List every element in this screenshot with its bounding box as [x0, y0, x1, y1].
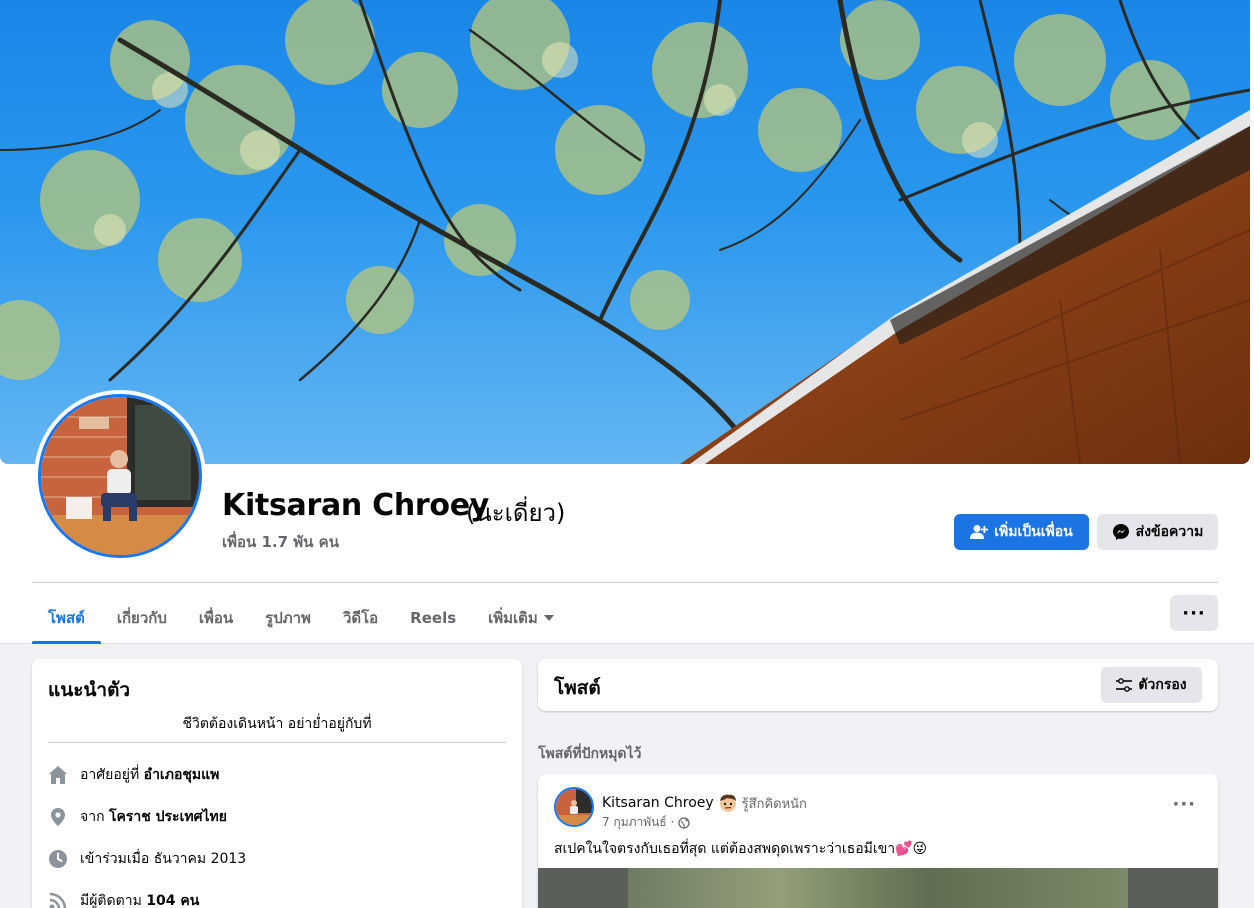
tab-reels[interactable]: Reels	[394, 592, 472, 644]
post-author-name[interactable]: Kitsaran Chroey	[602, 795, 714, 811]
add-friend-icon	[970, 525, 989, 539]
lives-value[interactable]: อำเภอชุมแพ	[144, 767, 220, 783]
filter-button[interactable]: ตัวกรอง	[1101, 667, 1202, 703]
posts-header-card: โพสต์ ตัวกรอง	[538, 659, 1218, 711]
tab-posts[interactable]: โพสต์	[32, 592, 101, 644]
dropdown-caret-icon	[543, 615, 554, 621]
post-author-avatar[interactable]	[554, 787, 594, 827]
lives-prefix: อาศัยอยู่ที่	[80, 767, 140, 783]
profile-name: Kitsaran Chroey	[222, 488, 489, 523]
thinking-emoji-icon	[719, 794, 736, 812]
followers-prefix: มีผู้ติดตาม	[80, 893, 142, 908]
add-friend-button[interactable]: เพิ่มเป็นเพื่อน	[954, 514, 1089, 550]
post-image-content	[628, 868, 1128, 908]
pinned-posts-label: โพสต์ที่ปักหมุดไว้	[538, 746, 642, 762]
header-divider	[32, 582, 1218, 583]
post-image[interactable]	[538, 868, 1218, 908]
friends-count-link[interactable]: เพื่อน 1.7 พัน คน	[222, 530, 339, 554]
rss-icon	[48, 891, 68, 908]
post-text: สเปคในใจตรงกับเธอที่สุด แต่ต้องสพดุดเพรา…	[554, 841, 928, 857]
from-value[interactable]: โคราช ประเทศไทย	[109, 809, 227, 825]
tab-about-label: เกี่ยวกับ	[116, 609, 167, 627]
intro-title: แนะนำตัว	[48, 679, 131, 701]
tab-reels-label: Reels	[410, 609, 457, 627]
intro-bio: ชีวิตต้องเดินหน้า อย่าย่ำอยู่กับที่	[182, 716, 372, 732]
info-from: จาก โคราช ประเทศไทย	[48, 804, 227, 830]
send-message-label: ส่งข้อความ	[1135, 524, 1204, 540]
post-meta: 7 กุมภาพันธ์ ·	[602, 813, 690, 832]
filter-icon	[1116, 678, 1133, 692]
info-joined: เข้าร่วมเมื่อ ธันวาคม 2013	[48, 846, 246, 872]
send-message-button[interactable]: ส่งข้อความ	[1097, 514, 1218, 550]
globe-icon	[678, 816, 690, 829]
add-friend-label: เพิ่มเป็นเพื่อน	[994, 524, 1073, 540]
profile-tabs: โพสต์ เกี่ยวกับ เพื่อน รูปภาพ วิดีโอ Ree…	[32, 592, 570, 644]
from-prefix: จาก	[80, 809, 105, 825]
cover-photo-image	[0, 0, 1250, 464]
posts-title: โพสต์	[554, 677, 601, 699]
pinned-post: Kitsaran Chroey รู้สึกคิดหนัก 7 กุมภาพัน…	[538, 774, 1218, 908]
tab-friends-label: เพื่อน	[198, 609, 234, 627]
tab-videos-label: วิดีโอ	[342, 609, 379, 627]
clock-icon	[48, 849, 68, 869]
filter-label: ตัวกรอง	[1138, 677, 1187, 693]
post-date[interactable]: 7 กุมภาพันธ์ ·	[602, 813, 674, 832]
info-lives-in: อาศัยอยู่ที่ อำเภอชุมแพ	[48, 762, 219, 788]
messenger-icon	[1112, 524, 1129, 540]
intro-card: แนะนำตัว ชีวิตต้องเดินหน้า อย่าย่ำอยู่กั…	[32, 659, 522, 908]
tab-photos-label: รูปภาพ	[265, 609, 311, 627]
location-pin-icon	[48, 807, 68, 827]
joined-text: เข้าร่วมเมื่อ ธันวาคม 2013	[80, 851, 247, 867]
tab-photos[interactable]: รูปภาพ	[249, 592, 327, 644]
tab-about[interactable]: เกี่ยวกับ	[101, 592, 183, 644]
home-icon	[48, 765, 68, 785]
post-feeling: รู้สึกคิดหนัก	[741, 796, 807, 812]
profile-more-options-button[interactable]: ···	[1170, 595, 1218, 631]
intro-divider	[48, 742, 506, 743]
tab-posts-label: โพสต์	[48, 609, 85, 627]
tab-videos[interactable]: วิดีโอ	[327, 592, 394, 644]
tab-friends[interactable]: เพื่อน	[183, 592, 249, 644]
profile-picture	[38, 394, 202, 558]
info-followers: มีผู้ติดตาม 104 คน	[48, 888, 199, 908]
tab-more-label: เพิ่มเติม	[488, 609, 538, 627]
post-author-line: Kitsaran Chroey รู้สึกคิดหนัก	[602, 792, 807, 814]
profile-alternate-name: (นะเดี่ยว)	[466, 499, 566, 527]
post-options-button[interactable]: ···	[1172, 794, 1196, 815]
tab-more[interactable]: เพิ่มเติม	[472, 592, 570, 644]
cover-photo[interactable]	[0, 0, 1250, 464]
followers-value[interactable]: 104 คน	[146, 893, 199, 908]
profile-avatar[interactable]	[34, 390, 206, 562]
